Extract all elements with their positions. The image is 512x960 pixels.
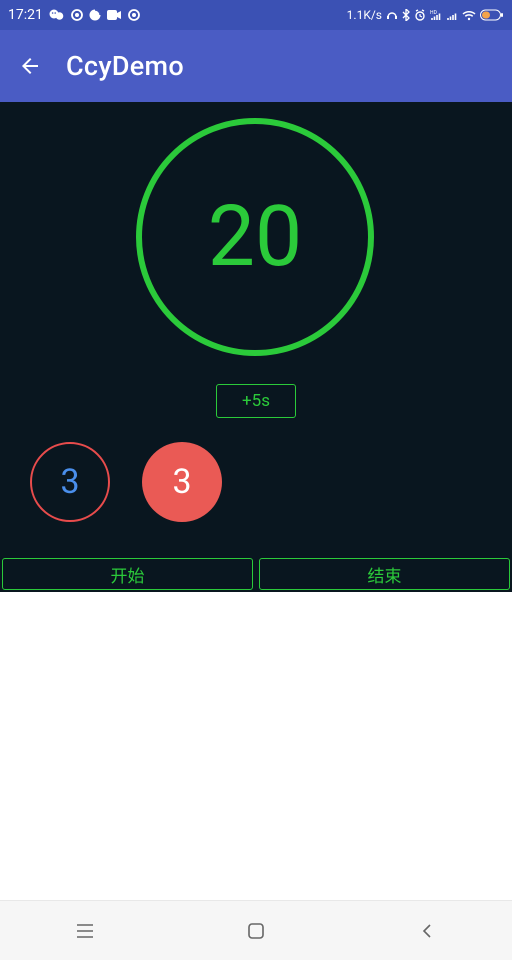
countdown-circle: 20 <box>136 118 374 356</box>
headphones-icon <box>386 9 398 21</box>
action-row: 开始 结束 <box>0 558 512 592</box>
plus-5s-button[interactable]: +5s <box>216 384 296 418</box>
signal-hd-icon: HD <box>430 9 442 21</box>
signal-icon <box>446 9 458 21</box>
nav-recent-button[interactable] <box>55 911 115 951</box>
status-time: 17:21 <box>8 7 43 23</box>
counter-1-value: 3 <box>60 462 79 502</box>
menu-icon <box>76 924 94 938</box>
svg-text:HD: HD <box>430 10 437 16</box>
nav-back-button[interactable] <box>397 911 457 951</box>
bluetooth-icon <box>402 9 410 21</box>
circle-icon <box>71 9 83 21</box>
chevron-left-icon <box>421 923 433 939</box>
end-button[interactable]: 结束 <box>259 558 510 590</box>
end-label: 结束 <box>368 562 402 587</box>
swirl-icon <box>89 9 101 21</box>
plus-5s-label: +5s <box>242 391 270 411</box>
app-title: CcyDemo <box>66 50 184 82</box>
nav-bar <box>0 900 512 960</box>
battery-icon <box>480 9 504 21</box>
countdown-number: 20 <box>208 195 302 279</box>
video-icon <box>107 10 122 20</box>
status-net-speed: 1.1K/s <box>347 8 382 22</box>
nav-home-button[interactable] <box>226 911 286 951</box>
start-label: 开始 <box>111 562 145 587</box>
back-arrow-icon[interactable] <box>18 54 42 78</box>
alarm-icon <box>414 9 426 21</box>
empty-area <box>0 592 512 900</box>
counter-circle-filled[interactable]: 3 <box>142 442 222 522</box>
wechat-icon <box>49 8 65 22</box>
circle-icon-2 <box>128 9 140 21</box>
counter-circle-outline[interactable]: 3 <box>30 442 110 522</box>
app-bar: CcyDemo <box>0 30 512 102</box>
countdown-panel: 20 +5s 3 3 开始 结束 <box>0 102 512 592</box>
square-icon <box>248 923 264 939</box>
counter-2-value: 3 <box>172 462 191 502</box>
start-button[interactable]: 开始 <box>2 558 253 590</box>
wifi-icon <box>462 10 476 21</box>
status-bar: 17:21 1.1K/s <box>0 0 512 30</box>
